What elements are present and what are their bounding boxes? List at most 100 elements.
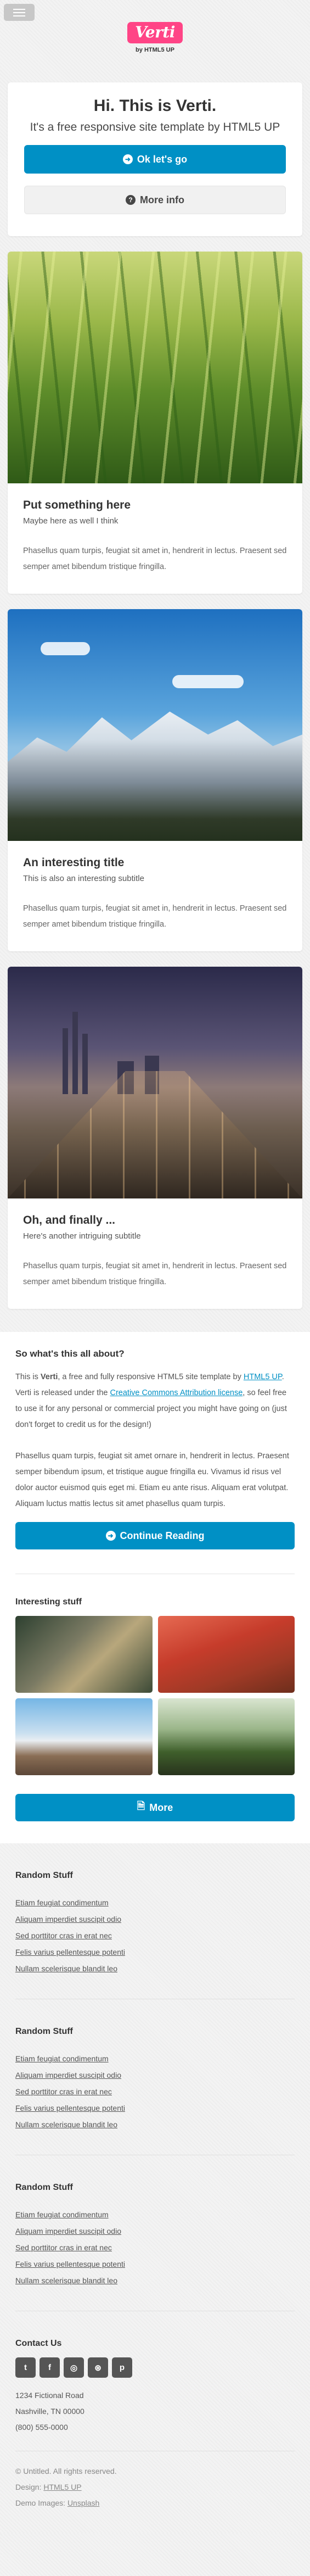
chimney <box>63 1028 68 1095</box>
footer-link[interactable]: Aliquam imperdiet suscipit odio <box>15 2227 121 2235</box>
social-icons: t f ◎ ⊛ p <box>15 2357 295 2378</box>
footer-link-list: Etiam feugiat condimentum Aliquam imperd… <box>15 1894 295 1977</box>
cloud <box>41 642 90 655</box>
feature-image-city[interactable] <box>8 967 302 1198</box>
list-item: Etiam feugiat condimentum <box>15 1894 295 1911</box>
footer-link[interactable]: Sed porttitor cras in erat nec <box>15 2243 112 2252</box>
continue-reading-button[interactable]: ➜ Continue Reading <box>15 1522 295 1549</box>
footer-section-title: Random Stuff <box>15 2183 73 2192</box>
html5up-link[interactable]: HTML5 UP <box>244 1373 282 1381</box>
logo[interactable]: Verti by HTML5 UP <box>0 22 310 53</box>
header: Verti by HTML5 UP <box>0 0 310 82</box>
twitter-icon[interactable]: t <box>15 2357 36 2378</box>
feature-text: Phasellus quam turpis, feugiat sit amet … <box>23 547 287 571</box>
feature-card: Oh, and finally ... Here's another intri… <box>8 967 302 1309</box>
list-item: Aliquam imperdiet suscipit odio <box>15 2067 295 2083</box>
footer-link[interactable]: Nullam scelerisque blandit leo <box>15 2276 117 2285</box>
design-link[interactable]: HTML5 UP <box>43 2483 81 2491</box>
images-credit: Demo Images: Unsplash <box>15 2495 295 2511</box>
list-item: Sed porttitor cras in erat nec <box>15 2083 295 2100</box>
footer-link-list: Etiam feugiat condimentum Aliquam imperd… <box>15 2050 295 2133</box>
banner: Hi. This is Verti. It's a free responsiv… <box>8 82 302 236</box>
design-credit: Design: HTML5 UP <box>15 2479 295 2495</box>
feature-text: Phasellus quam turpis, feugiat sit amet … <box>23 1262 287 1286</box>
text-span: This is <box>15 1373 41 1381</box>
arrow-right-circle-icon: ➜ <box>122 154 133 164</box>
footer-link[interactable]: Etiam feugiat condimentum <box>15 2210 109 2219</box>
address-line: Nashville, TN 00000 <box>15 2407 84 2416</box>
address-line: 1234 Fictional Road <box>15 2391 84 2400</box>
logo-text[interactable]: Verti <box>127 22 183 43</box>
footer-link[interactable]: Nullam scelerisque blandit leo <box>15 1964 117 1973</box>
feature-text: Phasellus quam turpis, feugiat sit amet … <box>23 904 287 929</box>
footer-link[interactable]: Etiam feugiat condimentum <box>15 2054 109 2063</box>
document-icon: 🗎 <box>137 1800 145 1811</box>
list-item: Nullam scelerisque blandit leo <box>15 1960 295 1977</box>
thumbnail-image[interactable] <box>15 1698 153 1775</box>
design-label: Design: <box>15 2483 44 2491</box>
thumbnail-image[interactable] <box>157 1698 295 1775</box>
thumbnail-grid <box>15 1616 295 1775</box>
text-span: , a free and fully responsive HTML5 site… <box>58 1373 244 1381</box>
feature-title: Put something here <box>23 499 131 511</box>
ok-lets-go-label: Ok let's go <box>137 153 188 165</box>
menu-toggle-button[interactable] <box>4 4 35 21</box>
footer-link[interactable]: Etiam feugiat condimentum <box>15 1898 109 1907</box>
list-item: Sed porttitor cras in erat nec <box>15 1927 295 1944</box>
footer-link[interactable]: Nullam scelerisque blandit leo <box>15 2120 117 2129</box>
footer-link[interactable]: Sed porttitor cras in erat nec <box>15 1931 112 1940</box>
footer-link-list: Etiam feugiat condimentum Aliquam imperd… <box>15 2206 295 2289</box>
footer-link[interactable]: Felis varius pellentesque potenti <box>15 2260 125 2268</box>
more-label: More <box>149 1802 173 1813</box>
contact-section: Contact Us t f ◎ ⊛ p 1234 Fictional Road… <box>15 2311 295 2451</box>
phone-number: (800) 555-0000 <box>15 2423 68 2432</box>
contact-title: Contact Us <box>15 2339 62 2348</box>
railway-tracks <box>8 1070 302 1198</box>
continue-reading-label: Continue Reading <box>120 1530 205 1541</box>
footer-link[interactable]: Felis varius pellentesque potenti <box>15 2104 125 2112</box>
copyright-text: © Untitled. All rights reserved. <box>15 2467 117 2475</box>
list-item: Felis varius pellentesque potenti <box>15 1944 295 1960</box>
list-item: Etiam feugiat condimentum <box>15 2206 295 2223</box>
ok-lets-go-button[interactable]: ➜ Ok let's go <box>24 145 286 174</box>
feature-subtitle: This is also an interesting subtitle <box>23 874 144 883</box>
list-item: Sed porttitor cras in erat nec <box>15 2239 295 2256</box>
feature-image-wheat[interactable] <box>8 252 302 483</box>
hamburger-icon <box>13 8 25 16</box>
footer-section-title: Random Stuff <box>15 1871 73 1880</box>
mountain-shape <box>8 711 302 841</box>
footer-link[interactable]: Aliquam imperdiet suscipit odio <box>15 2071 121 2079</box>
address: 1234 Fictional Road Nashville, TN 00000 … <box>15 2388 295 2435</box>
dribbble-icon[interactable]: ⊛ <box>88 2357 108 2378</box>
footer-link[interactable]: Aliquam imperdiet suscipit odio <box>15 1915 121 1923</box>
facebook-icon[interactable]: f <box>40 2357 60 2378</box>
about-section: So what's this all about? This is Verti,… <box>0 1332 310 1843</box>
instagram-icon[interactable]: ◎ <box>64 2357 84 2378</box>
footer-link[interactable]: Sed porttitor cras in erat nec <box>15 2087 112 2096</box>
more-button[interactable]: 🗎 More <box>15 1794 295 1821</box>
text-strong: Verti <box>40 1373 58 1381</box>
copyright: © Untitled. All rights reserved. Design:… <box>15 2451 295 2533</box>
thumbnail-image[interactable] <box>157 1616 295 1693</box>
footer-links-section: Random Stuff Etiam feugiat condimentum A… <box>15 1999 295 2155</box>
banner-title: Hi. This is Verti. <box>93 97 217 115</box>
feature-subtitle: Here's another intriguing subtitle <box>23 1231 141 1241</box>
footer-links-section: Random Stuff Etiam feugiat condimentum A… <box>15 1843 295 1999</box>
list-item: Aliquam imperdiet suscipit odio <box>15 2223 295 2239</box>
more-info-button[interactable]: ? More info <box>24 186 286 214</box>
footer-section-title: Random Stuff <box>15 2027 73 2036</box>
license-link[interactable]: Creative Commons Attribution license <box>110 1389 243 1397</box>
footer-link[interactable]: Felis varius pellentesque potenti <box>15 1948 125 1956</box>
footer-links-section: Random Stuff Etiam feugiat condimentum A… <box>15 2155 295 2311</box>
thumbnail-image[interactable] <box>15 1616 153 1693</box>
feature-card: An interesting title This is also an int… <box>8 609 302 951</box>
arrow-right-circle-icon: ➜ <box>105 1531 116 1541</box>
question-circle-icon: ? <box>126 195 136 205</box>
list-item: Felis varius pellentesque potenti <box>15 2256 295 2272</box>
images-link[interactable]: Unsplash <box>67 2499 99 2507</box>
feature-image-mountain[interactable] <box>8 609 302 841</box>
list-item: Aliquam imperdiet suscipit odio <box>15 1911 295 1927</box>
about-title: So what's this all about? <box>15 1348 125 1359</box>
chimney <box>82 1034 88 1095</box>
pinterest-icon[interactable]: p <box>112 2357 132 2378</box>
